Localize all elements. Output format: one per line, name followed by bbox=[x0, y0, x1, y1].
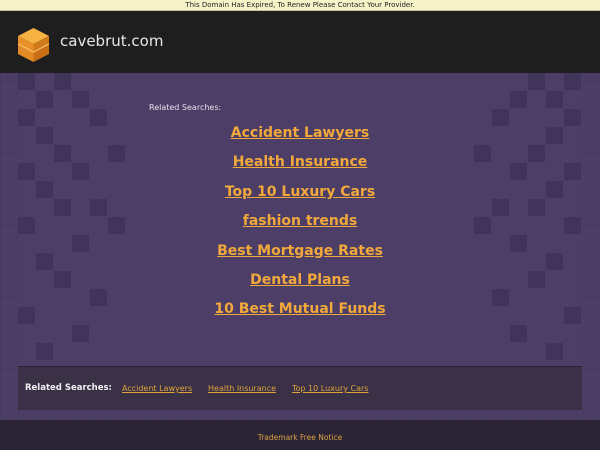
pixel-tile bbox=[510, 325, 527, 342]
pixel-tile bbox=[54, 271, 71, 288]
pixel-tile bbox=[546, 181, 563, 198]
domain-name[interactable]: cavebrut.com bbox=[60, 31, 163, 51]
related-searches-heading: Related Searches: bbox=[149, 103, 222, 112]
pixel-tile bbox=[564, 307, 581, 324]
pixel-tile bbox=[36, 91, 53, 108]
expired-notice-text: This Domain Has Expired, To Renew Please… bbox=[185, 1, 415, 9]
pixel-tile bbox=[546, 91, 563, 108]
bottom-related-link[interactable]: Accident Lawyers bbox=[122, 384, 192, 393]
pixel-tile bbox=[546, 343, 563, 360]
trademark-link[interactable]: Trademark Free Notice bbox=[0, 433, 600, 442]
pixel-tile bbox=[54, 199, 71, 216]
pixel-tile bbox=[564, 73, 581, 90]
pixel-tile bbox=[528, 145, 545, 162]
pixel-tile bbox=[36, 181, 53, 198]
expired-notice-bar: This Domain Has Expired, To Renew Please… bbox=[0, 0, 600, 11]
pixel-tile bbox=[72, 235, 89, 252]
pixel-tile bbox=[18, 307, 35, 324]
pixel-tile bbox=[546, 253, 563, 270]
pixel-tile bbox=[510, 163, 527, 180]
bottom-related-bar: Related Searches: Accident Lawyers Healt… bbox=[18, 366, 582, 410]
pixel-tile bbox=[18, 109, 35, 126]
bottom-related-label: Related Searches: bbox=[25, 383, 112, 393]
pixel-tile bbox=[510, 91, 527, 108]
pixel-tile bbox=[528, 271, 545, 288]
pixel-tile bbox=[564, 163, 581, 180]
bottom-related-link[interactable]: Top 10 Luxury Cars bbox=[292, 384, 368, 393]
pixel-tile bbox=[18, 163, 35, 180]
stacked-cube-logo-icon bbox=[17, 28, 50, 62]
bottom-related-link[interactable]: Health Insurance bbox=[208, 384, 276, 393]
pixel-tile bbox=[54, 145, 71, 162]
site-header: cavebrut.com bbox=[0, 11, 600, 73]
related-link[interactable]: Accident Lawyers bbox=[100, 122, 500, 151]
pixel-tile bbox=[564, 109, 581, 126]
pixel-tile bbox=[54, 73, 71, 90]
pixel-tile bbox=[36, 127, 53, 144]
related-link[interactable]: fashion trends bbox=[100, 210, 500, 239]
related-links-list: Accident Lawyers Health Insurance Top 10… bbox=[100, 122, 500, 328]
pixel-tile bbox=[72, 325, 89, 342]
related-link[interactable]: Dental Plans bbox=[100, 269, 500, 298]
site-footer: Trademark Free Notice bbox=[0, 420, 600, 450]
pixel-tile bbox=[528, 199, 545, 216]
related-link[interactable]: Best Mortgage Rates bbox=[100, 240, 500, 269]
related-link[interactable]: 10 Best Mutual Funds bbox=[100, 298, 500, 327]
pixel-tile bbox=[18, 73, 35, 90]
related-link[interactable]: Health Insurance bbox=[100, 151, 500, 180]
pixel-tile bbox=[564, 217, 581, 234]
pixel-tile bbox=[528, 73, 545, 90]
pixel-tile bbox=[18, 217, 35, 234]
pixel-tile bbox=[510, 235, 527, 252]
pixel-tile bbox=[36, 343, 53, 360]
pixel-tile bbox=[36, 253, 53, 270]
pixel-tile bbox=[546, 127, 563, 144]
pixel-tile bbox=[72, 91, 89, 108]
related-link[interactable]: Top 10 Luxury Cars bbox=[100, 181, 500, 210]
pixel-tile bbox=[72, 163, 89, 180]
